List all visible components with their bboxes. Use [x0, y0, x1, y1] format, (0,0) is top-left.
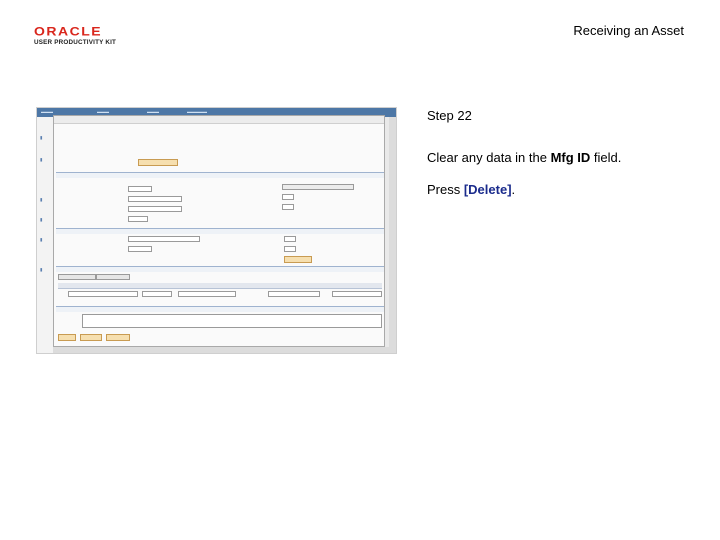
screenshot-field: [128, 216, 148, 222]
screenshot-button: [106, 334, 130, 341]
press-prefix: Press: [427, 182, 464, 197]
document-title: Receiving an Asset: [573, 23, 684, 38]
press-instruction: Press [Delete].: [427, 182, 515, 197]
application-screenshot: ▬▬▬ ▬▬▬ ▬▬▬ ▬▬▬▬▬ ▮ ▮ ▮ ▮ ▮ ▮: [36, 107, 397, 354]
screenshot-field: [268, 291, 320, 297]
screenshot-field: [128, 206, 182, 212]
screenshot-left-strip: ▮ ▮ ▮ ▮ ▮ ▮: [37, 117, 53, 353]
screenshot-tab: [96, 274, 130, 280]
screenshot-dialog-title: [54, 116, 384, 124]
screenshot-field: [282, 204, 294, 210]
screenshot-section-bar: [56, 172, 384, 178]
screenshot-button: [138, 159, 178, 166]
screenshot-field: [128, 246, 152, 252]
screenshot-field: [284, 236, 296, 242]
screenshot-field: [142, 291, 172, 297]
screenshot-button: [80, 334, 102, 341]
screenshot-section-bar: [56, 266, 384, 272]
screenshot-field: [332, 291, 382, 297]
instruction-text: Clear any data in the Mfg ID field.: [427, 150, 621, 165]
screenshot-field: [128, 236, 200, 242]
screenshot-section-bar: [56, 306, 384, 312]
oracle-upk-logo: ORACLE USER PRODUCTIVITY KIT: [34, 24, 124, 48]
screenshot-field: [282, 194, 294, 200]
instruction-prefix: Clear any data in the: [427, 150, 551, 165]
screenshot-field: [178, 291, 236, 297]
screenshot-tab: [58, 274, 96, 280]
screenshot-vertical-scrollbar: [389, 117, 396, 353]
screenshot-button: [58, 334, 76, 341]
screenshot-field: [68, 291, 138, 297]
step-number: Step 22: [427, 108, 472, 123]
screenshot-horizontal-scrollbar: [53, 347, 391, 353]
oracle-wordmark: ORACLE: [34, 24, 103, 38]
upk-subtitle: USER PRODUCTIVITY KIT: [34, 39, 117, 46]
screenshot-section-bar: [56, 228, 384, 234]
screenshot-field: [284, 246, 296, 252]
screenshot-field: [128, 196, 182, 202]
screenshot-grid-header: [58, 283, 382, 289]
instruction-suffix: field.: [590, 150, 622, 165]
screenshot-button: [284, 256, 312, 263]
screenshot-field: [128, 186, 152, 192]
screenshot-comment-box: [82, 314, 382, 328]
screenshot-dialog: [53, 115, 385, 347]
press-suffix: .: [511, 182, 516, 197]
instruction-field-name: Mfg ID: [550, 150, 591, 165]
press-key: [Delete]: [463, 182, 512, 197]
screenshot-field: [282, 184, 354, 190]
